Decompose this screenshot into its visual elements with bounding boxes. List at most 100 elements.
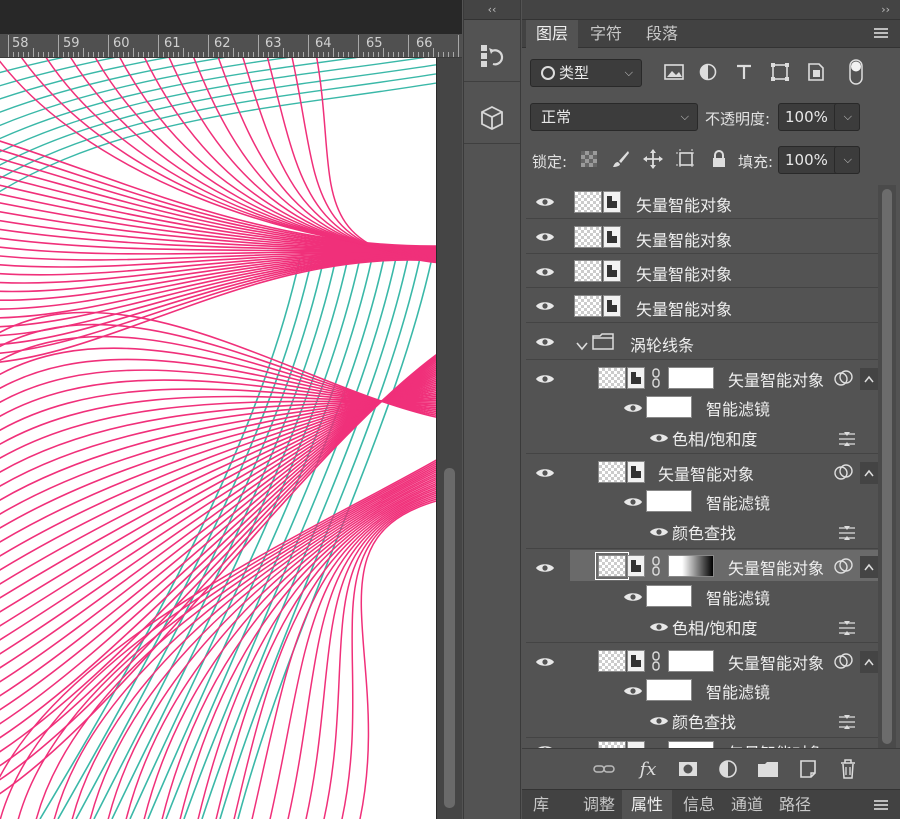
layer-filter-kind-select[interactable]: 类型 ⌵ <box>530 59 642 87</box>
smart-filter-mask[interactable] <box>646 679 692 701</box>
layer-name[interactable]: 矢量智能对象 <box>728 367 824 391</box>
artboard[interactable] <box>0 58 436 819</box>
tab-paragraph[interactable]: 段落 <box>636 20 688 48</box>
eye-icon[interactable] <box>534 561 556 575</box>
smart-filter-mask[interactable] <box>646 396 692 418</box>
filter-options-icon[interactable] <box>838 525 856 544</box>
collapse-effects-icon[interactable] <box>860 368 878 390</box>
layer-row[interactable]: 矢量智能对象 <box>526 289 878 323</box>
eye-icon[interactable] <box>534 299 556 313</box>
layer-mask-thumbnail[interactable] <box>668 650 714 672</box>
filter-options-icon[interactable] <box>838 431 856 450</box>
layer-row[interactable]: 矢量智能对象 <box>526 739 878 748</box>
panel-menu-icon[interactable] <box>874 28 888 39</box>
link-layers-icon[interactable] <box>592 757 616 781</box>
eye-icon[interactable] <box>534 230 556 244</box>
layer-row[interactable]: 矢量智能对象 <box>526 255 878 288</box>
image-filter-icon[interactable] <box>662 60 686 84</box>
layer-name[interactable]: 矢量智能对象 <box>636 296 732 320</box>
eye-icon[interactable] <box>648 431 670 445</box>
eye-icon[interactable] <box>534 265 556 279</box>
filter-name[interactable]: 色相/饱和度 <box>672 615 757 639</box>
layer-thumbnail[interactable] <box>598 461 626 483</box>
eye-icon[interactable] <box>648 525 670 539</box>
lock-position-icon[interactable] <box>642 148 664 170</box>
eye-icon[interactable] <box>648 620 670 634</box>
chevron-down-icon[interactable] <box>576 336 588 355</box>
layer-thumbnail[interactable] <box>574 260 602 282</box>
layer-mask-thumbnail[interactable] <box>668 741 714 748</box>
blend-mode-select[interactable]: 正常 ⌵ <box>530 103 698 131</box>
type-filter-icon[interactable] <box>732 60 756 84</box>
eye-icon[interactable] <box>648 714 670 728</box>
eye-icon[interactable] <box>534 335 556 349</box>
lock-all-icon[interactable] <box>708 148 730 170</box>
layer-list-scroll-thumb[interactable] <box>882 189 892 744</box>
layer-thumbnail[interactable] <box>574 295 602 317</box>
eye-icon[interactable] <box>534 466 556 480</box>
filter-name[interactable]: 颜色查找 <box>672 709 736 733</box>
tab-layers[interactable]: 图层 <box>526 20 579 48</box>
link-icon[interactable] <box>650 556 662 580</box>
filter-options-icon[interactable] <box>838 714 856 733</box>
filter-options-icon[interactable] <box>838 620 856 639</box>
collapse-effects-icon[interactable] <box>860 462 878 484</box>
link-icon[interactable] <box>650 368 662 392</box>
eye-icon[interactable] <box>534 372 556 386</box>
layer-name[interactable]: 矢量智能对象 <box>636 227 732 251</box>
layer-thumbnail[interactable] <box>598 650 626 672</box>
collapse-effects-icon[interactable] <box>860 651 878 673</box>
layer-name[interactable]: 矢量智能对象 <box>728 740 824 748</box>
layer-row[interactable]: 矢量智能对象 <box>526 185 878 219</box>
smart-filter-mask[interactable] <box>646 490 692 512</box>
layer-thumbnail[interactable] <box>598 367 626 389</box>
3d-panel-button[interactable] <box>464 92 520 144</box>
collapse-effects-icon[interactable] <box>860 556 878 578</box>
dock-collapse-toggle[interactable]: ‹‹ <box>464 0 520 20</box>
layer-row[interactable]: 矢量智能对象 智能滤镜 颜色查找 <box>526 455 878 549</box>
tab-paths[interactable]: 路径 <box>770 790 820 819</box>
eye-icon[interactable] <box>534 655 556 669</box>
layer-list-scrollbar[interactable] <box>878 185 896 748</box>
smart-object-filter-icon[interactable] <box>804 60 828 84</box>
new-group-icon[interactable] <box>756 757 780 781</box>
layer-row-selected[interactable]: 矢量智能对象 智能滤镜 色相/饱和度 <box>526 550 878 643</box>
lock-transparent-pixels-icon[interactable] <box>578 148 600 170</box>
fx-icon[interactable]: fx <box>636 757 660 781</box>
tab-adjustments[interactable]: 调整 <box>574 790 624 819</box>
trash-icon[interactable] <box>836 757 860 781</box>
layer-mask-thumbnail[interactable] <box>668 367 714 389</box>
lock-artboard-icon[interactable] <box>675 148 697 170</box>
layer-name[interactable]: 矢量智能对象 <box>728 650 824 674</box>
canvas-vertical-scrollbar[interactable] <box>437 58 462 819</box>
smart-filter-mask[interactable] <box>646 585 692 607</box>
layer-group-row[interactable]: 涡轮线条 <box>526 324 878 360</box>
layer-mask-thumbnail[interactable] <box>668 555 714 577</box>
layer-thumbnail[interactable] <box>574 191 602 213</box>
lock-image-pixels-icon[interactable] <box>610 148 632 170</box>
filter-toggle-icon[interactable] <box>844 59 868 85</box>
layer-list[interactable]: 矢量智能对象 矢量智能对象 矢量智能对象 矢量智能对象 涡轮线条 矢量智能对象 … <box>526 185 878 748</box>
link-icon[interactable] <box>650 651 662 675</box>
eye-icon[interactable] <box>534 195 556 209</box>
layer-name[interactable]: 矢量智能对象 <box>728 555 824 579</box>
eye-icon[interactable] <box>622 590 644 604</box>
filter-name[interactable]: 色相/饱和度 <box>672 426 757 450</box>
eye-icon[interactable] <box>622 495 644 509</box>
layer-name[interactable]: 矢量智能对象 <box>636 192 732 216</box>
adjustment-layer-icon[interactable] <box>716 757 740 781</box>
horizontal-ruler[interactable]: 58 59 60 61 62 63 64 65 66 <box>0 34 462 58</box>
panel-collapse-toggle[interactable]: ›› <box>522 0 900 20</box>
fill-slider-toggle[interactable]: ⌵ <box>834 146 860 174</box>
layer-thumbnail[interactable] <box>595 552 629 580</box>
filter-name[interactable]: 颜色查找 <box>672 520 736 544</box>
layer-row[interactable]: 矢量智能对象 智能滤镜 颜色查找 <box>526 644 878 738</box>
new-layer-icon[interactable] <box>796 757 820 781</box>
canvas-scroll-thumb[interactable] <box>444 468 455 808</box>
tab-properties[interactable]: 属性 <box>622 790 673 819</box>
layer-row[interactable]: 矢量智能对象 智能滤镜 色相/饱和度 <box>526 361 878 454</box>
layer-thumbnail[interactable] <box>598 741 626 748</box>
adjustment-filter-icon[interactable] <box>696 60 720 84</box>
group-name[interactable]: 涡轮线条 <box>630 332 694 356</box>
history-panel-button[interactable] <box>464 30 520 82</box>
